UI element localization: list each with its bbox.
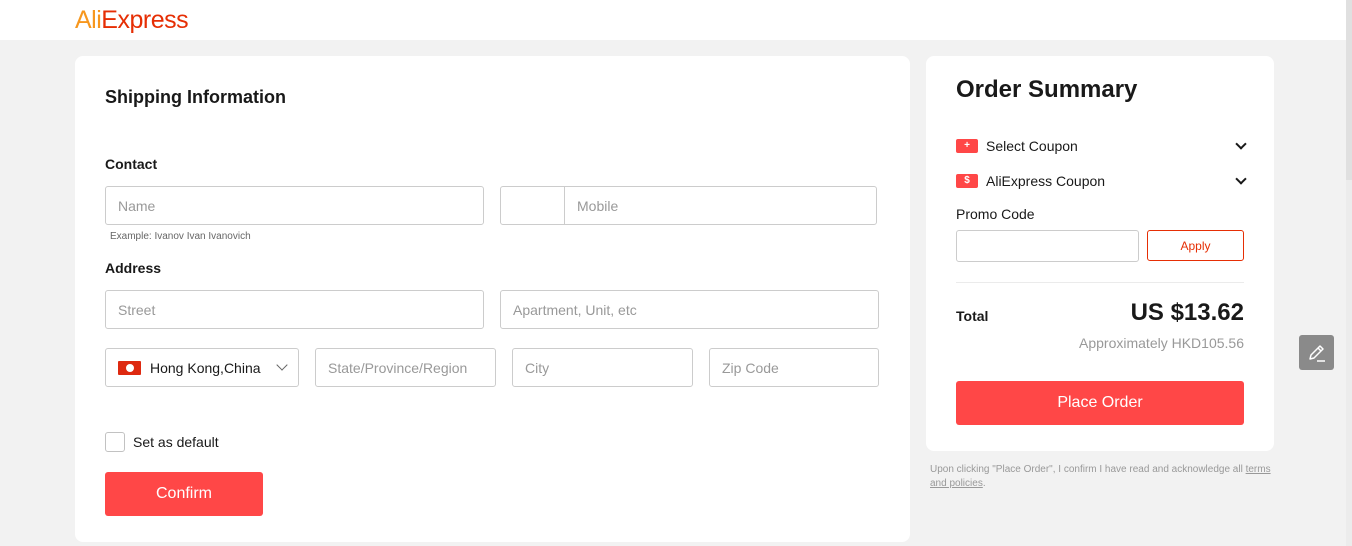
country-value: Hong Kong,China: [150, 359, 261, 376]
top-bar: AliExpress: [0, 0, 1352, 40]
shipping-card: Shipping Information Contact Example: Iv…: [75, 56, 910, 542]
street-input[interactable]: [106, 291, 483, 328]
mobile-input[interactable]: [565, 187, 876, 224]
terms-note: Upon clicking "Place Order", I confirm I…: [930, 464, 1271, 489]
aliexpress-coupon-label: AliExpress Coupon: [986, 173, 1106, 189]
default-checkbox-row[interactable]: Set as default: [105, 432, 219, 452]
promo-code-field[interactable]: [956, 230, 1139, 262]
place-order-button[interactable]: Place Order: [956, 381, 1244, 425]
aliexpress-logo[interactable]: AliExpress: [75, 5, 189, 35]
chevron-down-icon: [1235, 138, 1247, 150]
name-input[interactable]: [106, 187, 483, 224]
state-input[interactable]: [316, 349, 495, 386]
default-checkbox[interactable]: [105, 432, 125, 452]
order-summary-title: Order Summary: [956, 76, 1138, 103]
name-hint: Example: Ivanov Ivan Ivanovich: [110, 231, 251, 242]
default-checkbox-label: Set as default: [133, 434, 219, 450]
shipping-title: Shipping Information: [105, 87, 286, 107]
street-field[interactable]: [105, 290, 484, 329]
apply-button[interactable]: Apply: [1147, 230, 1244, 261]
divider: [956, 282, 1244, 283]
aliexpress-coupon-row[interactable]: $ AliExpress Coupon: [956, 169, 1248, 193]
order-summary-card: Order Summary + Select Coupon $ AliExpre…: [926, 56, 1274, 451]
edit-pencil-icon: [1308, 344, 1325, 362]
promo-code-input[interactable]: [957, 231, 1138, 261]
total-value: US $13.62: [1130, 299, 1244, 326]
country-select[interactable]: Hong Kong,China: [105, 348, 299, 387]
city-input[interactable]: [513, 349, 692, 386]
zip-field[interactable]: [709, 348, 879, 387]
total-label: Total: [956, 308, 989, 324]
country-code-select[interactable]: [501, 187, 565, 224]
page-scrollbar[interactable]: [1346, 0, 1352, 546]
chevron-down-icon: [276, 359, 288, 371]
dollar-coupon-icon: $: [956, 174, 978, 188]
apartment-input[interactable]: [501, 291, 878, 328]
chevron-down-icon: [1235, 173, 1247, 185]
apartment-field[interactable]: [500, 290, 879, 329]
name-field[interactable]: [105, 186, 484, 225]
state-field[interactable]: [315, 348, 496, 387]
confirm-button[interactable]: Confirm: [105, 472, 263, 516]
promo-code-label: Promo Code: [956, 206, 1035, 222]
scrollbar-thumb[interactable]: [1346, 0, 1352, 180]
contact-label: Contact: [105, 156, 158, 172]
edit-feedback-button[interactable]: [1299, 335, 1334, 370]
zip-input[interactable]: [710, 349, 878, 386]
select-coupon-label: Select Coupon: [986, 138, 1078, 154]
address-label: Address: [105, 260, 162, 276]
hk-flag-icon: [118, 360, 141, 375]
select-coupon-row[interactable]: + Select Coupon: [956, 134, 1248, 158]
city-field[interactable]: [512, 348, 693, 387]
mobile-field[interactable]: [500, 186, 877, 225]
coupon-icon: +: [956, 139, 978, 153]
approx-total: Approximately HKD105.56: [1079, 335, 1244, 351]
